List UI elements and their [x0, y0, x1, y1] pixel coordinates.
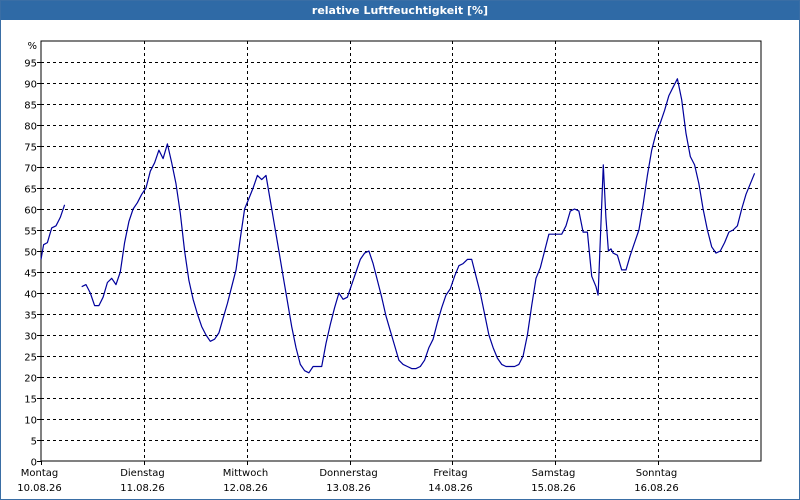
y-tick-label: 95: [24, 59, 37, 70]
y-tick-label: 40: [24, 290, 37, 301]
x-tick-label-day: Mittwoch: [223, 468, 268, 479]
y-tick-label: 20: [24, 374, 37, 385]
x-tick-label-day: Freitag: [433, 468, 467, 479]
y-tick-label: 90: [24, 80, 37, 91]
y-axis-label: %: [27, 41, 37, 52]
humidity-line-chart: 0 5 10 15 20 25 30 35 40 45 50 55 60 65 70 75 80 85 90 95% M…: [17, 40, 762, 494]
y-tick-label: 60: [24, 206, 37, 217]
y-tick-label: 35: [24, 311, 37, 322]
chart-window: relative Luftfeuchtigkeit [%] 0 5 10 15 20 25…: [0, 0, 800, 500]
y-tick-label: 5: [31, 437, 37, 448]
y-tick-label: 15: [24, 395, 37, 406]
x-tick-label-day: Dienstag: [120, 468, 165, 479]
y-tick-label: 50: [24, 248, 37, 259]
x-tick-label-date: 13.08.26: [326, 483, 371, 494]
y-tick-label: 70: [24, 164, 37, 175]
x-tick-label-date: 15.08.26: [531, 483, 576, 494]
y-tick-label: 25: [24, 353, 37, 364]
y-tick-label: 0: [31, 458, 37, 469]
window-title: relative Luftfeuchtigkeit [%]: [1, 1, 799, 20]
x-tick-label-date: 12.08.26: [223, 483, 268, 494]
y-tick-label: 80: [24, 122, 37, 133]
y-tick-label: 45: [24, 269, 37, 280]
x-tick-label-date: 10.08.26: [17, 483, 62, 494]
y-tick-label: 75: [24, 143, 37, 154]
y-tick-label: 85: [24, 101, 37, 112]
x-tick-label-day: Donnerstag: [319, 468, 377, 479]
x-tick-label-day: Sonntag: [636, 468, 678, 479]
y-tick-label: 55: [24, 227, 37, 238]
y-tick-label: 30: [24, 332, 37, 343]
x-tick-label-date: 14.08.26: [428, 483, 473, 494]
x-tick-label-day: Samstag: [532, 468, 576, 479]
y-tick-label: 65: [24, 185, 37, 196]
y-tick-label: 10: [24, 416, 37, 427]
x-tick-label-date: 16.08.26: [634, 483, 679, 494]
x-tick-label-date: 11.08.26: [120, 483, 165, 494]
x-tick-label-day: Montag: [21, 468, 58, 479]
